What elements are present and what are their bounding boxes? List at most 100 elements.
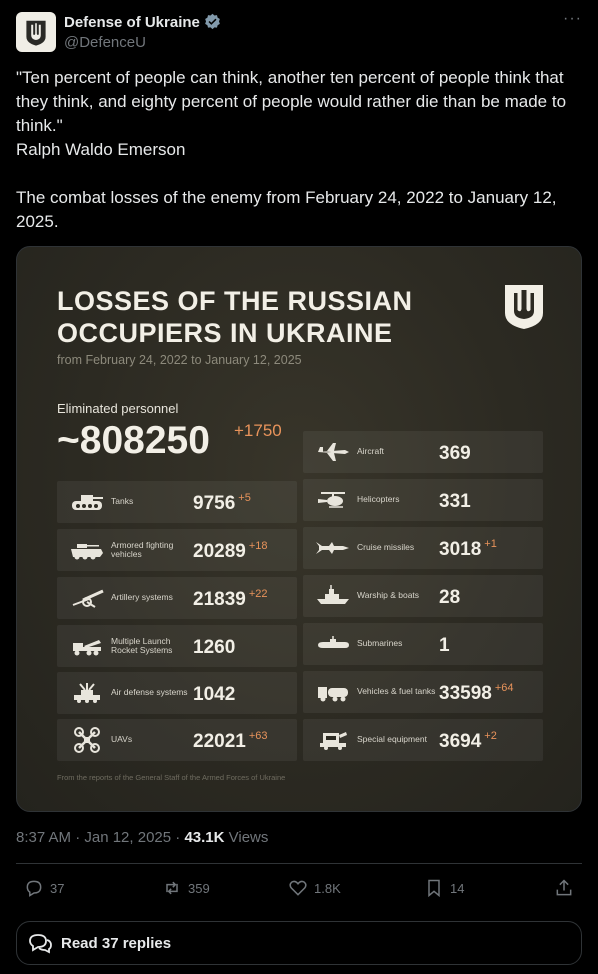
air-defense-icon [74,683,100,703]
stat-label: Multiple Launch Rocket Systems [111,635,173,655]
stat-value: 369 [439,442,474,465]
avatar[interactable] [16,12,56,52]
stat-label: Special equipment [357,734,427,745]
stat-label: Vehicles & fuel tanks [357,686,436,697]
stat-vehicles-fuel: Vehicles & fuel tanks 33598 +64 [303,671,543,713]
tank-icon [72,495,103,510]
reply-button[interactable]: 37 [24,876,64,900]
views-count: 43.1K [184,829,225,846]
stat-label: UAVs [111,734,133,745]
repost-icon [166,881,178,895]
like-button[interactable]: 1.8K [288,876,341,900]
author-name[interactable]: Defense of Ukraine [64,13,221,31]
stat-armored-vehicles: Armored fighting vehicles 20289 +18 [57,529,297,571]
helicopter-icon [318,492,345,508]
stat-label: Tanks [111,496,134,507]
cruise-missile-icon [316,542,349,554]
stat-number: 21839 [193,589,246,610]
stat-number: 33598 [439,683,492,704]
bookmark-button[interactable]: 14 [424,876,464,900]
card-title: LOSSES OF THE RUSSIAN OCCUPIERS IN UKRAI… [57,285,413,349]
infographic-card[interactable]: LOSSES OF THE RUSSIAN OCCUPIERS IN UKRAI… [16,246,582,812]
stat-number: 9756 [193,493,236,514]
stat-number: 3018 [439,539,482,560]
verified-badge-icon [205,13,220,30]
stat-value: 33598 +64 [439,682,514,705]
stat-value: 3018 +1 [439,538,497,561]
tweet-header: Defense of Ukraine @DefenceU ··· [16,10,582,54]
repost-button[interactable]: 359 [162,876,210,900]
card-subtitle: from February 24, 2022 to January 12, 20… [57,353,302,367]
aircraft-icon [318,443,349,461]
stat-tanks: Tanks 9756 +5 [57,481,297,523]
stat-label: Artillery systems [111,592,173,603]
stat-label: Aircraft [357,446,384,457]
stat-label: Submarines [357,638,403,649]
stat-air-defense: Air defense systems 1042 [57,672,297,714]
stat-delta: +63 [248,730,268,742]
stat-mlrs: Multiple Launch Rocket Systems 1260 [57,625,297,667]
more-options-icon[interactable]: ··· [563,10,582,28]
bookmark-count: 14 [450,880,465,896]
stat-value: 22021 +63 [193,730,268,753]
stat-delta: +1 [484,538,497,550]
stat-number: 28 [439,587,461,608]
stat-value: 3694 +2 [439,730,497,753]
share-button[interactable] [554,876,580,900]
stat-number: 1260 [193,637,236,658]
read-replies-button[interactable]: Read 37 replies [16,921,582,965]
stat-label: Cruise missiles [357,542,415,553]
tweet-actions: 37 359 1.8K 14 [16,876,582,900]
stat-value: 1 [439,634,453,657]
stat-artillery: Artillery systems 21839 +22 [57,577,297,619]
personnel-label: Eliminated personnel [57,401,179,416]
tweet-meta: 8:37 AM · Jan 12, 2025 · 43.1K Views [16,829,268,846]
author-handle[interactable]: @DefenceU [64,34,146,51]
stat-aircraft: Aircraft 369 [303,431,543,473]
stat-value: 20289 +18 [193,540,268,563]
stat-delta: +22 [248,588,268,600]
views-label: Views [224,829,269,846]
stat-number: 1 [439,635,450,656]
card-title-line-1: LOSSES OF THE RUSSIAN [57,286,413,316]
stat-uavs: UAVs 22021 +63 [57,719,297,761]
stat-special-equipment: Special equipment 3694 +2 [303,719,543,761]
special-equipment-icon [320,732,347,750]
stat-label: Air defense systems [111,687,188,698]
stat-warships: Warship & boats 28 [303,575,543,617]
stat-value: 331 [439,490,474,513]
bookmark-icon [428,879,440,898]
warship-icon [317,585,349,604]
author-name-text[interactable]: Defense of Ukraine [64,14,200,31]
stat-number: 369 [439,443,471,464]
stat-delta: +18 [248,540,268,552]
stat-number: 22021 [193,731,246,752]
submarine-icon [318,636,349,648]
artillery-icon [72,589,104,608]
fuel-truck-icon [318,687,348,702]
card-title-line-2: OCCUPIERS IN UKRAINE [57,318,393,348]
reply-count: 37 [50,880,65,896]
stat-number: 3694 [439,731,482,752]
stat-label: Armored fighting vehicles [111,539,174,559]
stat-submarines: Submarines 1 [303,623,543,665]
rocket-launcher-icon [73,640,101,656]
tweet-timestamp[interactable]: 8:37 AM · Jan 12, 2025 · [16,829,184,846]
stat-value: 1042 [193,683,238,706]
stat-label: Warship & boats [357,590,420,601]
stat-cruise-missiles: Cruise missiles 3018 +1 [303,527,543,569]
stat-label: Helicopters [357,494,400,505]
like-count: 1.8K [314,880,341,896]
stat-delta: +64 [494,682,514,694]
tweet-text: "Ten percent of people can think, anothe… [16,68,567,231]
uav-icon [74,727,100,753]
conversation-icon [29,934,52,954]
stat-number: 1042 [193,684,236,705]
read-replies-label: Read 37 replies [61,934,172,952]
personnel-delta: +1750 [234,421,282,440]
armored-vehicle-icon [71,544,103,560]
trident-emblem-icon [505,285,543,329]
stat-number: 331 [439,491,471,512]
stat-value: 28 [439,586,463,609]
stat-value: 9756 +5 [193,492,251,515]
